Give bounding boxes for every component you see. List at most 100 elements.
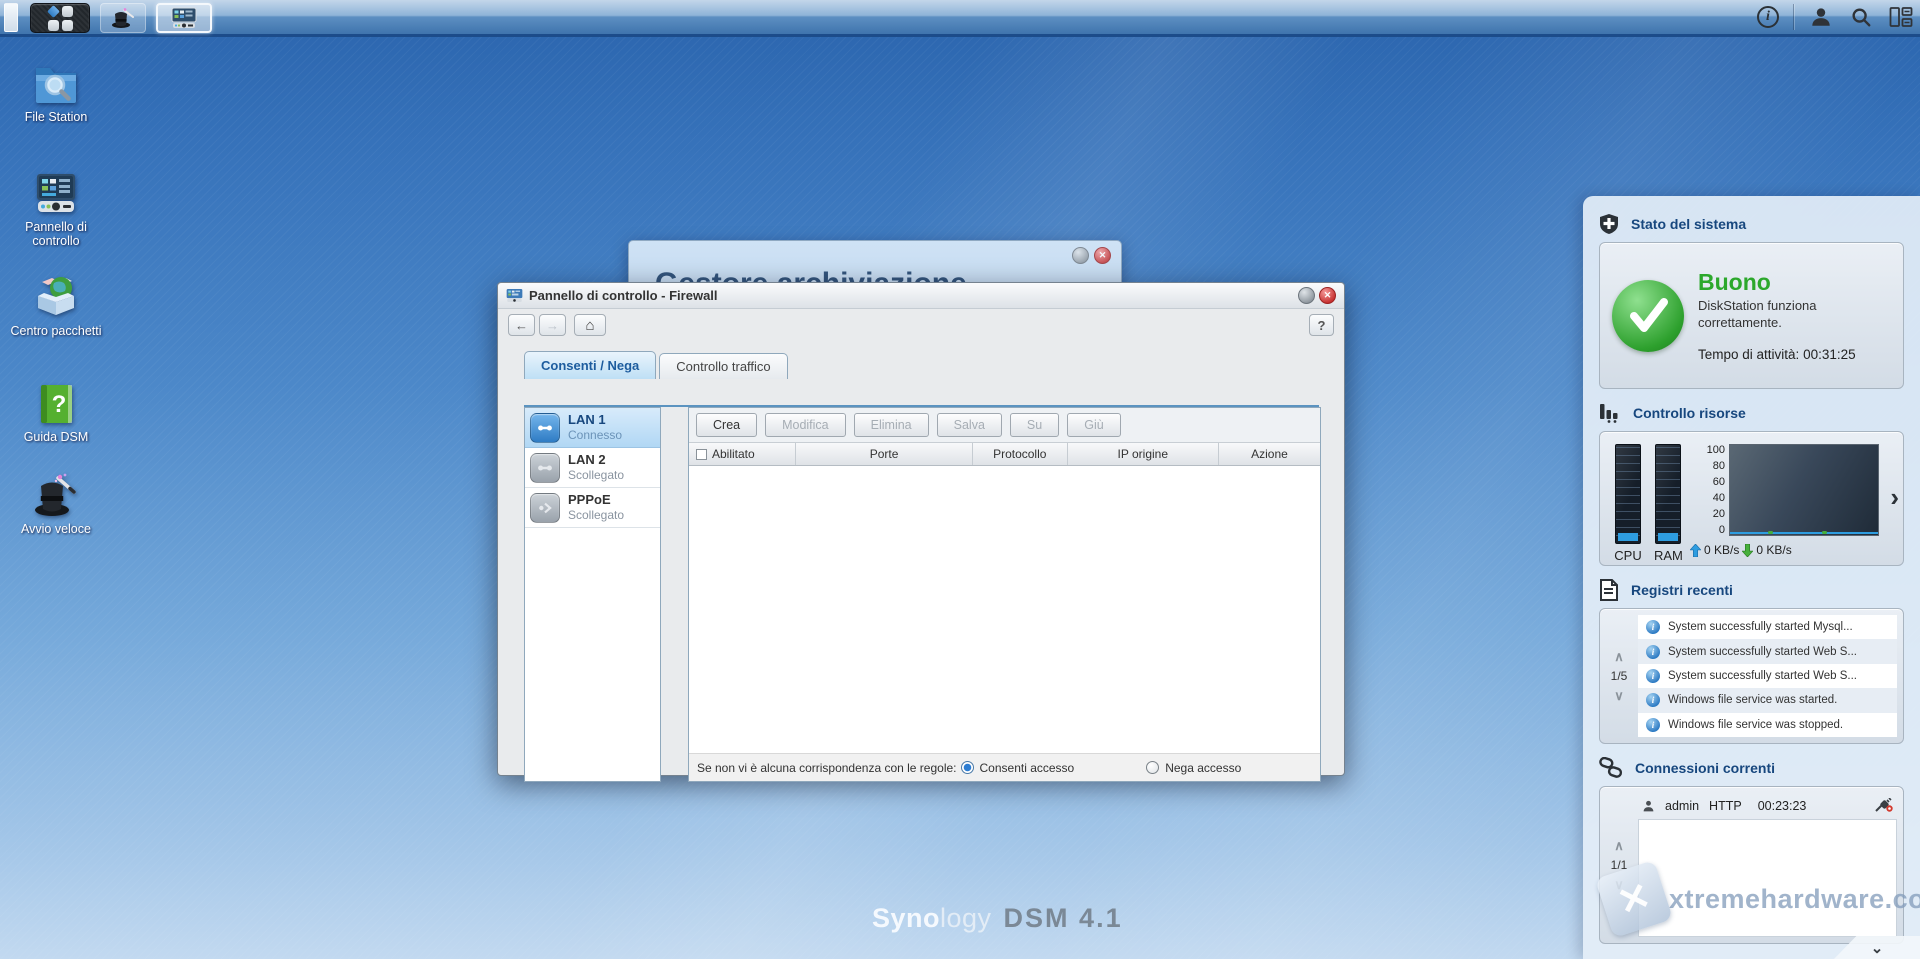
info-icon: i [1646, 693, 1660, 708]
main-menu-icon [46, 4, 73, 31]
file-station-icon [36, 68, 76, 103]
page-up-icon[interactable]: ∧ [1614, 650, 1624, 663]
tab-strip-divider [524, 405, 1319, 407]
interface-item-pppoe[interactable]: PPPoE Scollegato [525, 488, 660, 528]
control-panel-icon [37, 174, 75, 212]
taskbar-app-quick-start[interactable] [100, 3, 146, 33]
page-up-icon[interactable]: ∧ [1614, 839, 1624, 852]
log-row: i System successfully started Web S... [1638, 663, 1897, 689]
connection-time: 00:23:23 [1757, 799, 1807, 813]
control-panel-firewall-window: Pannello di controllo - Firewall ✕ ← → ⌂… [497, 282, 1345, 782]
search-icon[interactable] [1848, 4, 1874, 30]
package-center-icon [38, 277, 74, 315]
radio-selected-icon[interactable] [960, 761, 974, 774]
close-button[interactable]: ✕ [1319, 287, 1336, 304]
select-all-checkbox[interactable] [696, 448, 707, 460]
document-icon [1600, 579, 1618, 601]
show-desktop-button[interactable] [4, 3, 18, 32]
uptime-label: Tempo di attività: [1698, 346, 1800, 362]
current-connections-card: ∧ 1/1 ∨ admin HTTP 00:23:23 [1599, 786, 1904, 944]
close-button[interactable]: ✕ [1094, 247, 1111, 264]
page-down-icon[interactable]: ∨ [1614, 689, 1624, 702]
logs-pager: ∧ 1/5 ∨ [1600, 615, 1638, 737]
system-status-description: DiskStation funziona correttamente. [1698, 298, 1817, 330]
lan-connected-icon [530, 412, 560, 443]
column-header-abilitato[interactable]: Abilitato [689, 443, 797, 465]
open-resource-monitor-chevron[interactable]: › [1890, 484, 1899, 510]
column-label: IP origine [1117, 447, 1169, 461]
desktop-icon-label: Guida DSM [23, 430, 89, 444]
interface-item-lan1[interactable]: LAN 1 Connesso [525, 408, 660, 448]
desktop-icon-control-panel[interactable]: Pannello di controllo [10, 172, 102, 249]
page-indicator: 1/1 [1610, 858, 1628, 872]
edit-button[interactable]: Modifica [765, 413, 846, 437]
back-button[interactable]: ← [508, 314, 535, 336]
user-icon [1643, 800, 1654, 812]
control-panel-icon [506, 288, 523, 303]
desktop-icon-quick-start[interactable]: Avvio veloce [10, 472, 102, 536]
taskbar-separator [1793, 4, 1794, 30]
log-row: i Windows file service was stopped. [1638, 712, 1897, 738]
desktop-icon-file-station[interactable]: File Station [10, 60, 102, 124]
column-header-porte[interactable]: Porte [796, 443, 973, 465]
help-button[interactable]: ? [1309, 314, 1334, 336]
chevron-down-icon: ⌄ [1870, 939, 1884, 957]
main-menu-button[interactable] [30, 3, 90, 33]
option-label: Nega accesso [1165, 760, 1242, 775]
column-header-ip-origine[interactable]: IP origine [1068, 443, 1220, 465]
desktop-icon-dsm-help[interactable]: ? Guida DSM [10, 382, 102, 444]
network-traffic-chart [1729, 444, 1879, 536]
connection-row: admin HTTP 00:23:23 [1638, 793, 1897, 819]
desktop-icon-package-center[interactable]: Centro pacchetti [10, 272, 102, 338]
create-button[interactable]: Crea [696, 413, 758, 437]
recent-logs-card: ∧ 1/5 ∨ i System successfully started Mys… [1599, 608, 1904, 744]
column-label: Abilitato [712, 447, 755, 461]
window-titlebar[interactable]: Pannello di controllo - Firewall ✕ [498, 283, 1344, 309]
minimize-button[interactable] [1072, 247, 1089, 264]
shield-icon [1600, 214, 1618, 234]
notifications-icon[interactable]: i [1757, 6, 1779, 28]
save-button[interactable]: Salva [936, 413, 1002, 437]
log-text: System successfully started Mysql... [1668, 621, 1853, 634]
column-header-protocollo[interactable]: Protocollo [973, 443, 1068, 465]
gauge-label: CPU [1614, 548, 1642, 563]
log-text: Windows file service was started. [1668, 694, 1838, 707]
column-header-azione[interactable]: Azione [1219, 443, 1320, 465]
network-chart-axis: 100 80 60 40 20 0 [1706, 444, 1725, 536]
widget-panel: Stato del sistema Buono DiskStation funz… [1583, 196, 1920, 959]
interface-status: Connesso [568, 428, 623, 443]
connections-empty-area [1638, 819, 1897, 937]
interface-item-lan2[interactable]: LAN 2 Scollegato [525, 448, 660, 488]
taskbar-app-control-panel[interactable] [156, 3, 212, 33]
system-status-card: Buono DiskStation funziona correttamente… [1599, 242, 1904, 389]
home-button[interactable]: ⌂ [574, 314, 606, 336]
log-list: i System successfully started Mysql... iS… [1638, 615, 1897, 738]
minimize-button[interactable] [1298, 287, 1315, 304]
taskbar: i [0, 0, 1920, 37]
deny-access-option[interactable]: Nega accesso [1146, 761, 1241, 775]
log-row: i System successfully started Web S... [1638, 639, 1897, 664]
delete-button[interactable]: Elimina [853, 413, 929, 437]
move-down-button[interactable]: Giù [1067, 413, 1121, 437]
allow-access-option[interactable]: Consenti accesso [960, 761, 1074, 775]
page-down-icon[interactable]: ∨ [1614, 878, 1624, 891]
dsm-version: DSM 4.1 [1003, 903, 1123, 933]
chain-link-icon [1599, 757, 1623, 778]
pilot-view-icon[interactable] [1888, 4, 1914, 30]
page-indicator: 1/5 [1610, 669, 1628, 683]
disconnect-icon[interactable] [1875, 796, 1893, 815]
move-up-button[interactable]: Su [1009, 413, 1060, 437]
forward-button[interactable]: → [539, 314, 566, 336]
widget-title: Registri recenti [1631, 582, 1733, 598]
radio-unselected-icon[interactable] [1146, 761, 1160, 774]
tab-strip: Consenti / Nega Controllo traffico [498, 351, 1344, 379]
info-icon: i [1646, 620, 1660, 635]
widget-title: Controllo risorse [1633, 405, 1746, 421]
network-speed-readout: 0 KB/s 0 KB/s [1690, 543, 1792, 557]
interface-list: LAN 1 Connesso LAN 2 Scollegato PPPoE Sc… [524, 407, 661, 782]
user-menu-icon[interactable] [1808, 4, 1834, 30]
interface-status: Scollegato [568, 508, 625, 523]
tab-consenti-nega[interactable]: Consenti / Nega [524, 351, 657, 379]
connection-protocol: HTTP [1709, 799, 1742, 813]
tab-controllo-traffico[interactable]: Controllo traffico [659, 353, 788, 379]
